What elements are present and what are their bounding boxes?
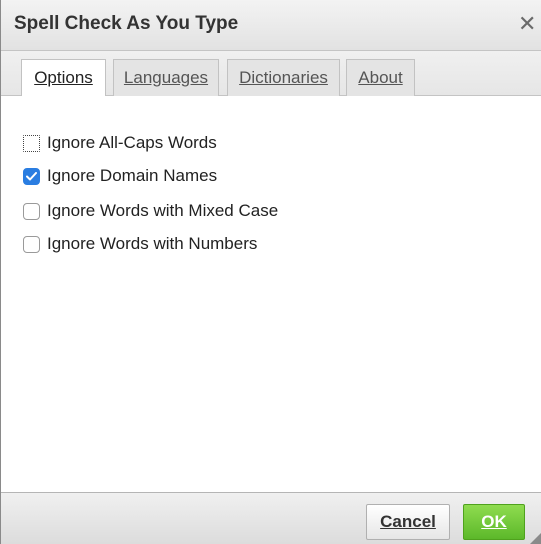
option-label: Ignore Words with Mixed Case	[47, 201, 279, 220]
ignore-domain-names-checkbox[interactable]	[23, 167, 40, 185]
options-panel: Ignore All-Caps Words Ignore Domain Name…	[1, 96, 541, 492]
close-icon[interactable]: ✕	[518, 13, 536, 35]
ignore-mixed-case-checkbox[interactable]	[23, 202, 40, 220]
tab-about[interactable]: About	[346, 59, 415, 96]
option-ignore-domain-names[interactable]: Ignore Domain Names	[23, 165, 217, 187]
ok-button[interactable]: OK	[463, 504, 525, 540]
resize-grip-icon[interactable]	[530, 532, 541, 544]
tab-options[interactable]: Options	[21, 59, 106, 97]
spell-check-dialog: Spell Check As You Type ✕ Options Langua…	[0, 0, 541, 544]
checkmark-icon	[26, 171, 37, 180]
tab-bar: Options Languages Dictionaries About	[1, 51, 541, 97]
option-ignore-mixed-case[interactable]: Ignore Words with Mixed Case	[23, 200, 278, 222]
option-label: Ignore All-Caps Words	[47, 133, 217, 152]
option-ignore-numbers[interactable]: Ignore Words with Numbers	[23, 233, 257, 255]
tab-languages[interactable]: Languages	[113, 59, 219, 96]
dialog-titlebar[interactable]: Spell Check As You Type ✕	[1, 0, 541, 51]
option-ignore-all-caps[interactable]: Ignore All-Caps Words	[23, 132, 217, 154]
dialog-title: Spell Check As You Type	[14, 13, 239, 34]
option-label: Ignore Domain Names	[47, 166, 218, 185]
option-label: Ignore Words with Numbers	[47, 234, 258, 253]
tab-dictionaries[interactable]: Dictionaries	[227, 59, 340, 96]
ignore-numbers-checkbox[interactable]	[23, 235, 40, 253]
dialog-footer: Cancel OK	[1, 492, 541, 544]
cancel-button[interactable]: Cancel	[366, 504, 450, 540]
ignore-all-caps-checkbox[interactable]	[23, 134, 40, 152]
